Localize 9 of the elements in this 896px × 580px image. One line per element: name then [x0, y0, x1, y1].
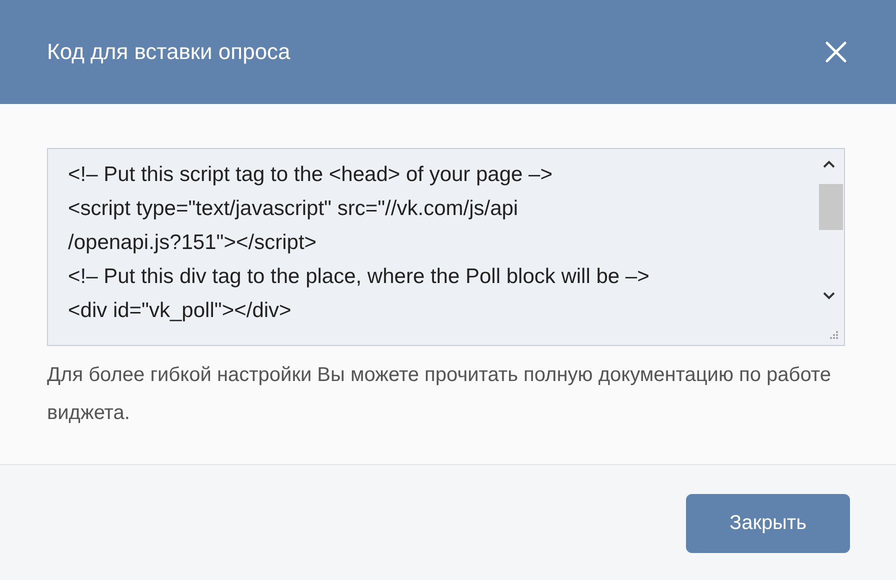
resize-grip-icon[interactable] — [829, 330, 839, 340]
close-button[interactable]: Закрыть — [686, 494, 850, 553]
scroll-down-icon[interactable] — [823, 292, 835, 300]
dialog-title: Код для вставки опроса — [47, 39, 290, 65]
scroll-up-icon[interactable] — [823, 160, 835, 168]
code-field[interactable]: <!– Put this script tag to the <head> of your page –> <script type="text/javascript" src="//vk.com/js/api /openapi.js?151"></script> <!– Put this div tag to the place, where the Poll block will be –> <div id="vk_poll"></div> — [47, 148, 845, 346]
description-text: Для более гибкой настройки Вы можете прочитать полную документацию по работе виджета. — [47, 363, 832, 426]
scrollbar-thumb[interactable] — [819, 184, 843, 230]
close-icon[interactable] — [824, 40, 848, 64]
